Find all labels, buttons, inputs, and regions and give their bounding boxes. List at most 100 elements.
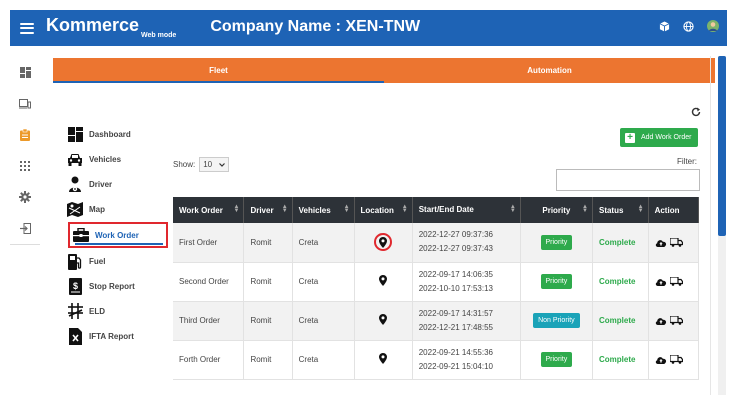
column-label: Vehicles [298,205,331,215]
car-icon [67,150,83,168]
apps-grid-icon[interactable] [19,160,31,172]
menu-icon[interactable] [20,22,34,34]
action-cell [648,223,700,263]
column-action: Action [648,197,700,223]
cube-icon[interactable] [659,20,670,32]
column-label: Priority [542,205,571,215]
start-date: 2022-09-21 14:55:36 [418,347,494,357]
tab-bar: Fleet Automation [53,58,715,83]
refresh-icon[interactable] [691,104,701,122]
sort-icon: ▲ ▼ [343,204,350,214]
chevron-down-icon [219,160,226,169]
priority-badge[interactable]: Non Priority [533,313,580,328]
page-size-control: Show: 10 [173,157,230,172]
tab-automation[interactable]: Automation [384,58,715,83]
table-row: Forth Order Romit Creta 2022-09-21 14:55… [173,340,700,380]
cloud-upload-icon[interactable] [655,316,667,325]
sort-icon: ▲ ▼ [281,204,288,214]
truck-icon[interactable] [669,316,683,325]
cloud-upload-icon[interactable] [655,238,667,247]
sidebar-item-fuel[interactable]: Fuel [67,250,153,272]
brand-mode: Web mode [141,31,177,39]
priority-badge[interactable]: Priority [540,234,573,250]
start-date: 2022-12-27 09:37:36 [418,230,494,240]
sidebar-item-label: Fuel [89,256,106,266]
tab-fleet[interactable]: Fleet [53,58,384,83]
priority-cell: Non Priority [520,301,593,341]
end-date: 2022-12-27 09:37:43 [418,244,494,254]
dashboard-rail-icon[interactable] [19,66,31,78]
sidebar-item-work-order[interactable]: Work Order [68,222,168,248]
truck-icon[interactable] [669,237,683,247]
date-cell: 2022-09-17 14:31:57 2022-12-21 17:48:55 [412,301,521,341]
avatar[interactable] [707,20,719,32]
sidebar-item-label: Dashboard [89,129,131,139]
scrollbar-thumb[interactable] [718,56,726,236]
column-label: Location [360,205,394,215]
priority-badge[interactable]: Priority [540,352,573,367]
sort-icon: ▲ ▼ [582,204,588,214]
end-date: 2022-12-21 17:48:55 [418,322,494,332]
location-cell [354,340,413,380]
devices-rail-icon[interactable] [19,98,31,110]
sidebar-item-ifta-report[interactable]: IFTA Report [67,325,153,347]
work-order-cell: Second Order [173,262,245,302]
work-order-cell: Third Order [173,301,245,341]
sidebar-item-stop-report[interactable]: $ Stop Report [67,275,153,297]
sidebar-item-dashboard[interactable]: Dashboard [67,123,153,145]
sidebar-item-label: Vehicles [89,154,122,164]
action-cell [648,301,700,341]
clipboard-rail-icon[interactable] [19,129,31,141]
column-start-end-date[interactable]: Start/End Date ▲ ▼ [412,197,521,223]
sidebar-item-label: Stop Report [89,281,135,291]
column-status[interactable]: Status ▲ ▼ [592,197,649,223]
location-pin-icon[interactable] [379,275,388,286]
plus-icon: + [625,132,635,143]
add-work-order-button[interactable]: + Add Work Order [620,128,698,147]
table-row: Second Order Romit Creta 2022-09-17 14:0… [173,262,700,302]
sidebar-item-label: IFTA Report [89,331,134,341]
location-pin-icon[interactable] [379,314,388,325]
driver-cell: Romit [243,223,293,263]
logout-icon[interactable] [19,222,31,234]
location-cell [354,262,413,302]
svg-text:$: $ [72,281,77,291]
start-date: 2022-09-17 14:31:57 [418,308,494,318]
location-pin-icon[interactable] [379,353,388,364]
priority-badge[interactable]: Priority [540,274,573,289]
driver-cell: Romit [243,340,293,380]
rail-divider [10,244,40,245]
cloud-upload-icon[interactable] [655,355,667,364]
truck-icon[interactable] [669,277,683,286]
truck-icon[interactable] [669,355,683,364]
column-location[interactable]: Location ▲ ▼ [354,197,413,223]
top-bar: KommerceWeb mode Company Name : XEN-TNW [10,10,727,46]
filter-input[interactable] [556,169,700,191]
action-cell [648,262,700,302]
sidebar-item-eld[interactable]: ELD [67,300,153,322]
column-label: Work Order [179,205,223,215]
location-pin-icon[interactable] [374,233,393,252]
sidebar-item-driver[interactable]: Driver [67,173,153,195]
date-cell: 2022-12-27 09:37:36 2022-12-27 09:37:43 [412,223,521,263]
page-size-select[interactable]: 10 [199,157,230,172]
column-label: Driver [250,205,274,215]
page-size-value: 10 [203,160,213,169]
column-work-order[interactable]: Work Order ▲ ▼ [173,197,245,223]
column-priority[interactable]: Priority ▲ ▼ [520,197,593,223]
column-vehicles[interactable]: Vehicles ▲ ▼ [292,197,355,223]
work-order-table: Work Order ▲ ▼ Driver ▲ ▼ Vehicles ▲ ▼ Locatio… [173,197,700,380]
column-driver[interactable]: Driver ▲ ▼ [243,197,293,223]
sidebar-item-map[interactable]: Map [67,198,153,220]
table-header-row: Work Order ▲ ▼ Driver ▲ ▼ Vehicles ▲ ▼ Locatio… [173,197,700,223]
dashboard-icon [67,125,83,143]
top-icons [659,20,719,32]
vehicle-cell: Creta [292,223,355,263]
vehicle-cell: Creta [292,301,355,341]
globe-icon[interactable] [683,20,694,32]
cloud-upload-icon[interactable] [655,277,667,286]
sidebar-item-vehicles[interactable]: Vehicles [67,148,153,170]
status-badge: Complete [592,262,649,302]
gear-icon[interactable] [19,191,31,203]
column-label: Status [598,205,624,215]
